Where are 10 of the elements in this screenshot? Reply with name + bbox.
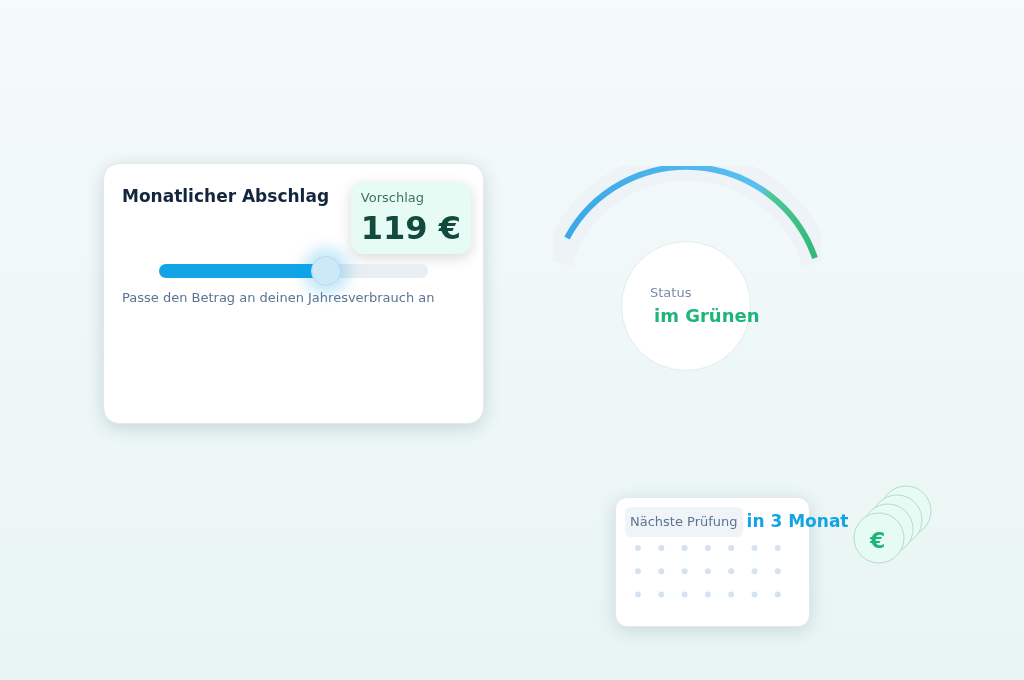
euro-symbol: € (870, 527, 886, 555)
review-value: in 3 Monat (746, 510, 849, 533)
review-label: Nächste Prüfung (625, 507, 743, 537)
status-value: im Grünen (654, 304, 760, 329)
card-title: Monatlicher Abschlag (122, 185, 330, 208)
status-label: Status (650, 283, 693, 302)
suggestion-label: Vorschlag (360, 189, 425, 207)
slider-thumb[interactable] (310, 255, 341, 286)
suggestion-amount: 119 € (360, 207, 461, 248)
slider-hint: Passe den Betrag an deinen Jahresverbrauch an (122, 288, 436, 307)
